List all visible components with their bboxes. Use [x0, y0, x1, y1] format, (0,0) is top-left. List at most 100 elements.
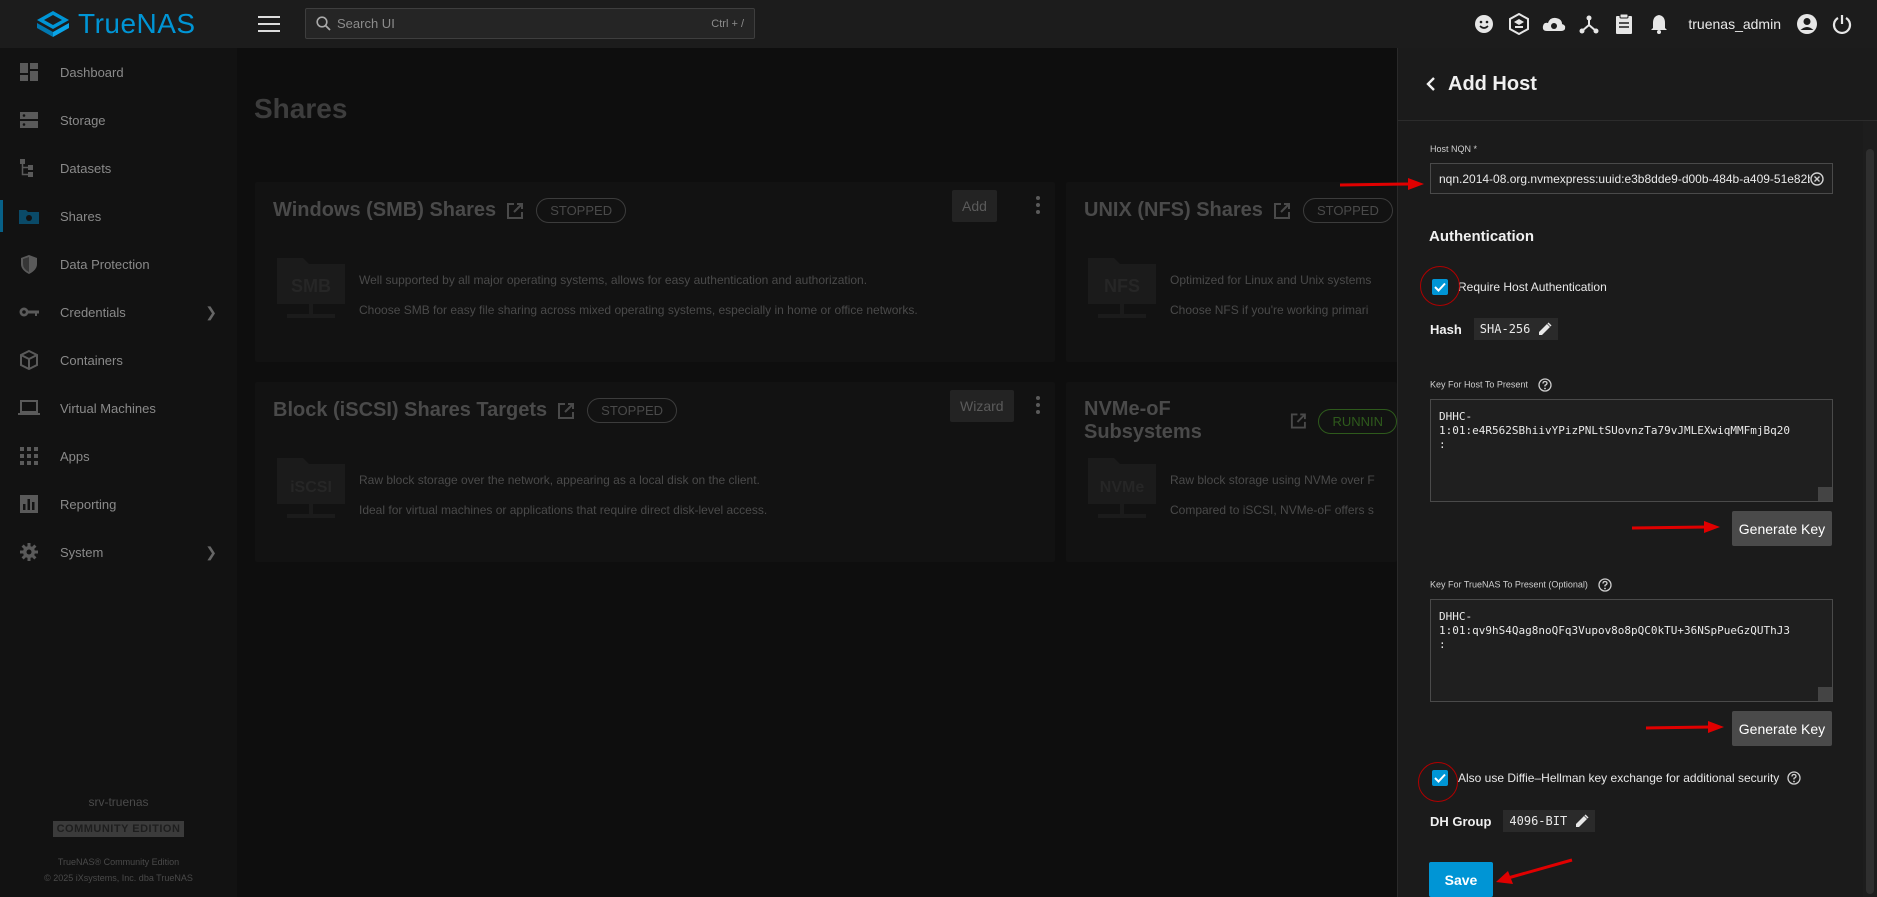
app: TrueNAS Ctrl + / — [0, 0, 1877, 897]
back-chevron-icon[interactable] — [1426, 76, 1436, 92]
sidebar-item-shares[interactable]: Shares — [0, 192, 237, 240]
annotation-arrow-host-nqn — [1339, 178, 1424, 190]
scroll-thumb[interactable] — [1866, 149, 1874, 894]
sidebar-item-label: Apps — [60, 448, 90, 464]
nfs-shares-card: UNIX (NFS) Shares STOPPED NFS Optimized … — [1066, 182, 1397, 362]
chevron-right-icon: ❯ — [205, 543, 217, 560]
status-badge: STOPPED — [536, 198, 627, 223]
card-title: Block (iSCSI) Shares Targets STOPPED — [273, 398, 678, 423]
username[interactable]: truenas_admin — [1688, 16, 1781, 32]
iscsi-shares-card: Block (iSCSI) Shares Targets STOPPED Wiz… — [255, 382, 1055, 562]
wizard-button[interactable]: Wizard — [950, 390, 1014, 422]
sidebar-item-label: Reporting — [60, 496, 117, 512]
menu-toggle-icon[interactable] — [258, 16, 280, 32]
panel-scrollbar[interactable] — [1863, 121, 1877, 897]
card-description: Ideal for virtual machines or applicatio… — [359, 503, 768, 517]
cube-icon — [18, 349, 40, 371]
smb-folder-icon: SMB — [277, 258, 345, 318]
require-auth-label: Require Host Authentication — [1458, 280, 1607, 294]
svg-text:iSCSI: iSCSI — [290, 479, 332, 496]
generate-truenas-key-button[interactable]: Generate Key — [1732, 711, 1832, 746]
annotation-arrow-save — [1496, 858, 1573, 884]
network-icon[interactable] — [1576, 11, 1602, 37]
clear-icon[interactable] — [1810, 171, 1824, 186]
card-description: Raw block storage using NVMe over F — [1170, 473, 1375, 487]
authentication-heading: Authentication — [1429, 228, 1534, 245]
sidebar-item-credentials[interactable]: Credentials ❯ — [0, 288, 237, 336]
host-nqn-field[interactable]: nqn.2014-08.org.nvmexpress:uuid:e3b8dde9… — [1430, 163, 1833, 194]
card-description: Choose NFS if you're working primari — [1170, 303, 1369, 317]
help-icon[interactable] — [1787, 771, 1801, 785]
sidebar-item-storage[interactable]: Storage — [0, 96, 237, 144]
sidebar: Dashboard Storage Datasets Shares Data P… — [0, 48, 237, 897]
sidebar-item-system[interactable]: System ❯ — [0, 528, 237, 576]
dh-group-row: DH Group 4096-BIT — [1430, 810, 1596, 832]
main-content: Shares Windows (SMB) Shares STOPPED Add … — [237, 48, 1397, 897]
host-key-value[interactable]: DHHC- 1:01:e4R562SBhiivYPizPNLtSUovnzTa7… — [1439, 410, 1824, 452]
card-title: NVMe-oF Subsystems RUNNIN — [1084, 398, 1397, 444]
search-icon — [316, 16, 331, 31]
sidebar-item-datasets[interactable]: Datasets — [0, 144, 237, 192]
sidebar-item-virtual-machines[interactable]: Virtual Machines — [0, 384, 237, 432]
generate-host-key-button[interactable]: Generate Key — [1732, 511, 1832, 546]
resize-handle[interactable] — [1818, 687, 1832, 701]
dh-group-select[interactable]: 4096-BIT — [1503, 810, 1596, 832]
status-badge: RUNNIN — [1318, 408, 1397, 434]
smiley-icon[interactable] — [1471, 11, 1497, 37]
smb-shares-card: Windows (SMB) Shares STOPPED Add SMB Wel… — [255, 182, 1055, 362]
external-link-icon[interactable] — [506, 202, 524, 220]
external-link-icon[interactable] — [1273, 202, 1291, 220]
add-button[interactable]: Add — [952, 190, 997, 222]
host-key-textarea[interactable]: DHHC- 1:01:e4R562SBhiivYPizPNLtSUovnzTa7… — [1430, 399, 1833, 502]
sidebar-item-reporting[interactable]: Reporting — [0, 480, 237, 528]
clipboard-icon[interactable] — [1611, 11, 1637, 37]
cloud-icon[interactable] — [1541, 11, 1567, 37]
bell-icon[interactable] — [1646, 11, 1672, 37]
truenas-key-textarea[interactable]: DHHC- 1:01:qv9hS4Qag8noQFq3Vupov8o8pQC0k… — [1430, 599, 1833, 702]
host-nqn-value[interactable]: nqn.2014-08.org.nvmexpress:uuid:e3b8dde9… — [1439, 172, 1810, 186]
page-title: Shares — [254, 93, 348, 124]
sidebar-item-label: System — [60, 544, 104, 560]
dashboard-icon — [18, 61, 40, 83]
sidebar-footer: srv-truenas COMMUNITY EDITION TrueNAS® C… — [0, 795, 237, 897]
sidebar-item-data-protection[interactable]: Data Protection — [0, 240, 237, 288]
top-icons: truenas_admin — [1462, 0, 1877, 48]
hash-select[interactable]: SHA-256 — [1473, 318, 1559, 340]
truenas-key-value[interactable]: DHHC- 1:01:qv9hS4Qag8noQFq3Vupov8o8pQC0k… — [1439, 610, 1824, 652]
laptop-icon — [18, 397, 40, 419]
shield-icon — [18, 253, 40, 275]
sidebar-item-containers[interactable]: Containers — [0, 336, 237, 384]
storage-icon — [18, 109, 40, 131]
resize-handle[interactable] — [1818, 487, 1832, 501]
host-nqn-label: Host NQN * — [1430, 144, 1478, 154]
dh-row[interactable]: Also use Diffie–Hellman key exchange for… — [1432, 770, 1801, 786]
sidebar-item-dashboard[interactable]: Dashboard — [0, 48, 237, 96]
logo-text: TrueNAS — [78, 8, 196, 39]
sidebar-item-apps[interactable]: Apps — [0, 432, 237, 480]
copyright-company[interactable]: © 2025 iXsystems, Inc. dba TrueNAS — [0, 873, 237, 883]
help-icon[interactable] — [1598, 578, 1613, 592]
external-link-icon[interactable] — [1290, 412, 1307, 430]
card-description: Optimized for Linux and Unix systems — [1170, 273, 1372, 287]
copyright-line: TrueNAS® Community Edition — [57, 857, 180, 867]
shares-icon — [18, 205, 40, 227]
card-title-text: UNIX (NFS) Shares — [1084, 199, 1263, 221]
card-description: Well supported by all major operating sy… — [359, 273, 868, 287]
more-menu-icon[interactable] — [1036, 196, 1040, 214]
help-icon[interactable] — [1538, 378, 1553, 392]
annotation-circle — [1418, 762, 1458, 802]
search-box[interactable]: Ctrl + / — [305, 8, 755, 39]
gear-icon — [18, 541, 40, 563]
account-icon[interactable] — [1794, 11, 1820, 37]
search-input[interactable] — [337, 16, 712, 31]
save-button[interactable]: Save — [1429, 862, 1493, 897]
card-description: Raw block storage over the network, appe… — [359, 473, 760, 487]
external-link-icon[interactable] — [557, 402, 575, 420]
truecommand-icon[interactable] — [1506, 11, 1532, 37]
sidebar-item-label: Virtual Machines — [60, 400, 156, 416]
power-icon[interactable] — [1829, 11, 1855, 37]
hostname: srv-truenas — [88, 795, 149, 809]
logo[interactable]: TrueNAS — [0, 8, 250, 40]
more-menu-icon[interactable] — [1036, 396, 1040, 414]
sidebar-item-label: Datasets — [60, 160, 112, 176]
